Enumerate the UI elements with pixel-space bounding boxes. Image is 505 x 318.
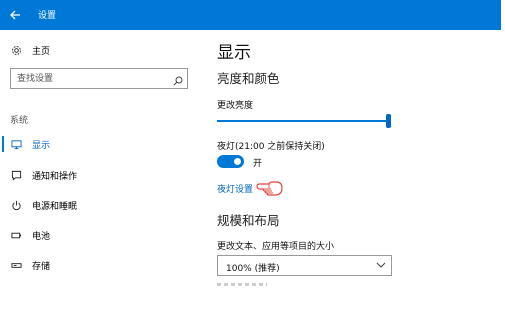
chevron-down-icon (376, 260, 386, 270)
sidebar-item-battery[interactable]: 电池 (10, 226, 50, 244)
sidebar-item-label: 通知和操作 (32, 171, 78, 182)
window-title: 设置 (38, 11, 57, 21)
scale-label: 更改文本、应用等项目的大小 (217, 242, 335, 252)
toggle-knob (234, 158, 241, 165)
sidebar-item-label: 显示 (32, 140, 51, 151)
brightness-slider-track[interactable] (217, 120, 387, 122)
sidebar-item-label: 存储 (32, 261, 51, 272)
sidebar-item-label: 电池 (32, 231, 51, 242)
truncated-text (217, 283, 267, 286)
night-light-label: 夜灯(21:00 之前保持关闭) (217, 142, 325, 152)
battery-icon (10, 229, 22, 241)
sidebar-home[interactable]: 主页 (10, 41, 50, 59)
monitor-icon (10, 138, 22, 150)
scale-dropdown[interactable]: 100% (推荐) (217, 255, 392, 276)
sidebar-item-label: 电源和睡眠 (32, 201, 78, 212)
sidebar-item-display[interactable]: 显示 (10, 135, 50, 153)
window-edge (501, 0, 505, 318)
search-box[interactable] (10, 68, 188, 89)
storage-icon (10, 259, 22, 271)
gear-icon (10, 44, 22, 56)
search-icon[interactable] (172, 72, 184, 86)
scale-dropdown-value: 100% (推荐) (226, 264, 280, 274)
sidebar-item-storage[interactable]: 存储 (10, 256, 50, 274)
pointing-hand-icon (255, 176, 285, 200)
night-light-state: 开 (253, 159, 263, 169)
brightness-section-title: 亮度和颜色 (217, 71, 280, 86)
brightness-label: 更改亮度 (217, 101, 254, 111)
night-light-settings-link[interactable]: 夜灯设置 (217, 182, 253, 195)
active-indicator (2, 136, 4, 152)
brightness-slider-thumb[interactable] (386, 114, 391, 128)
scale-section-title: 规模和布局 (217, 213, 280, 228)
sidebar-home-label: 主页 (32, 46, 51, 57)
search-input[interactable] (11, 69, 173, 88)
title-bar: 设置 (0, 0, 501, 30)
night-light-toggle[interactable] (217, 155, 244, 168)
sidebar-item-power[interactable]: 电源和睡眠 (10, 196, 77, 214)
notification-icon (10, 169, 22, 181)
back-arrow-icon[interactable] (6, 6, 24, 24)
page-title: 显示 (217, 43, 251, 63)
sidebar-item-notifications[interactable]: 通知和操作 (10, 166, 77, 184)
power-icon (10, 199, 22, 211)
section-label-system: 系统 (10, 116, 29, 126)
